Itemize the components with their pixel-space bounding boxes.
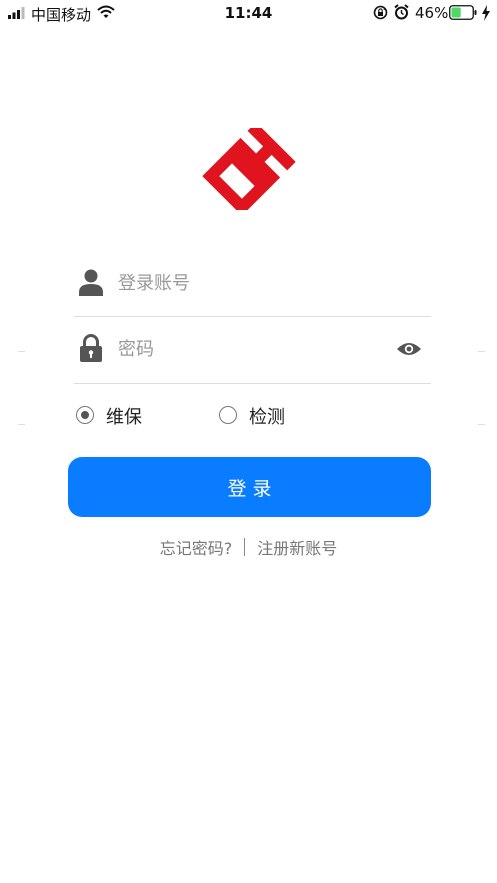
- eye-icon[interactable]: [396, 341, 422, 357]
- account-input[interactable]: [118, 268, 388, 298]
- radio-button[interactable]: [219, 406, 237, 424]
- edge-mark: [18, 351, 25, 352]
- forgot-password-link[interactable]: 忘记密码?: [160, 539, 233, 558]
- lock-rotation-icon: [373, 5, 388, 20]
- register-link[interactable]: 注册新账号: [257, 539, 337, 558]
- edge-mark: [18, 424, 25, 425]
- divider: [74, 383, 431, 384]
- alarm-icon: [394, 4, 409, 20]
- radio-button[interactable]: [76, 406, 94, 424]
- status-bar: 中国移动 11:44 46%: [0, 0, 497, 26]
- divider: [74, 316, 431, 317]
- role-label: 维保: [106, 407, 142, 428]
- edge-mark: [478, 351, 485, 352]
- login-button-label: 登 录: [227, 477, 272, 500]
- battery-icon: [449, 5, 477, 20]
- user-icon: [79, 269, 103, 296]
- login-button[interactable]: 登 录: [68, 457, 431, 517]
- lock-icon: [80, 334, 102, 362]
- role-label: 检测: [249, 407, 285, 428]
- edge-mark: [478, 424, 485, 425]
- password-input[interactable]: [118, 334, 388, 364]
- charging-icon: [482, 5, 490, 21]
- auth-links: 忘记密码? 注册新账号: [0, 535, 497, 559]
- brand-logo-icon: [202, 128, 296, 210]
- account-field: [74, 260, 431, 310]
- link-separator: [244, 538, 246, 556]
- battery-percent: 46%: [415, 4, 449, 22]
- password-field: [74, 326, 431, 376]
